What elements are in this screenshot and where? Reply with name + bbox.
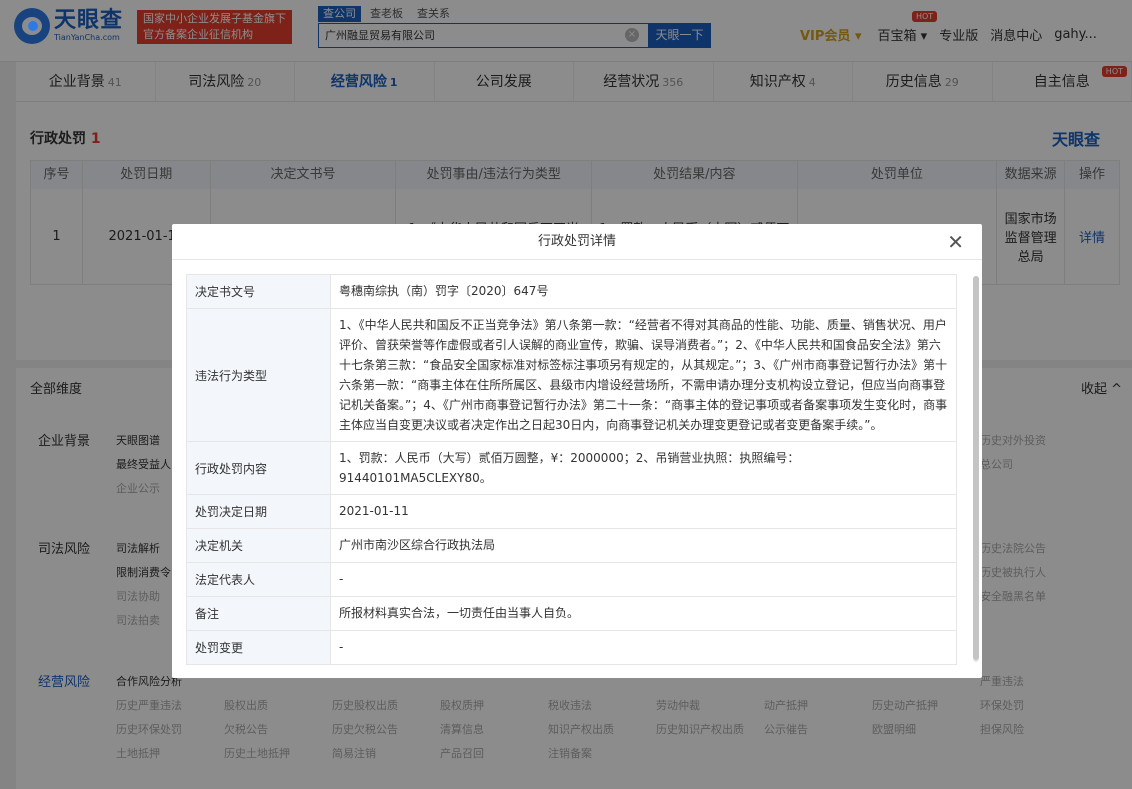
detail-row: 备注 所报材料真实合法，一切责任由当事人自负。 xyxy=(187,597,956,631)
detail-row: 处罚决定日期 2021-01-11 xyxy=(187,495,956,529)
detail-row: 违法行为类型 1、《中华人民共和国反不正当竞争法》第八条第一款：“经营者不得对其… xyxy=(187,309,956,442)
modal-scrollbar-thumb[interactable] xyxy=(973,276,979,660)
modal-title: 行政处罚详情 xyxy=(537,234,616,249)
detail-row: 决定书文号 粤穗南综执（南）罚字〔2020〕647号 xyxy=(187,275,956,309)
detail-row: 决定机关 广州市南沙区综合行政执法局 xyxy=(187,529,956,563)
penalty-detail-modal: 行政处罚详情 ✕ 决定书文号 粤穗南综执（南）罚字〔2020〕647号 违法行为… xyxy=(172,224,982,678)
modal-header: 行政处罚详情 ✕ xyxy=(172,224,982,260)
detail-row: 处罚变更 - xyxy=(187,631,956,664)
detail-table: 决定书文号 粤穗南综执（南）罚字〔2020〕647号 违法行为类型 1、《中华人… xyxy=(186,274,957,665)
close-icon[interactable]: ✕ xyxy=(947,232,964,252)
detail-row: 法定代表人 - xyxy=(187,563,956,597)
detail-row: 行政处罚内容 1、罚款：人民币（大写）贰佰万圆整，¥：2000000；2、吊销营… xyxy=(187,442,956,495)
